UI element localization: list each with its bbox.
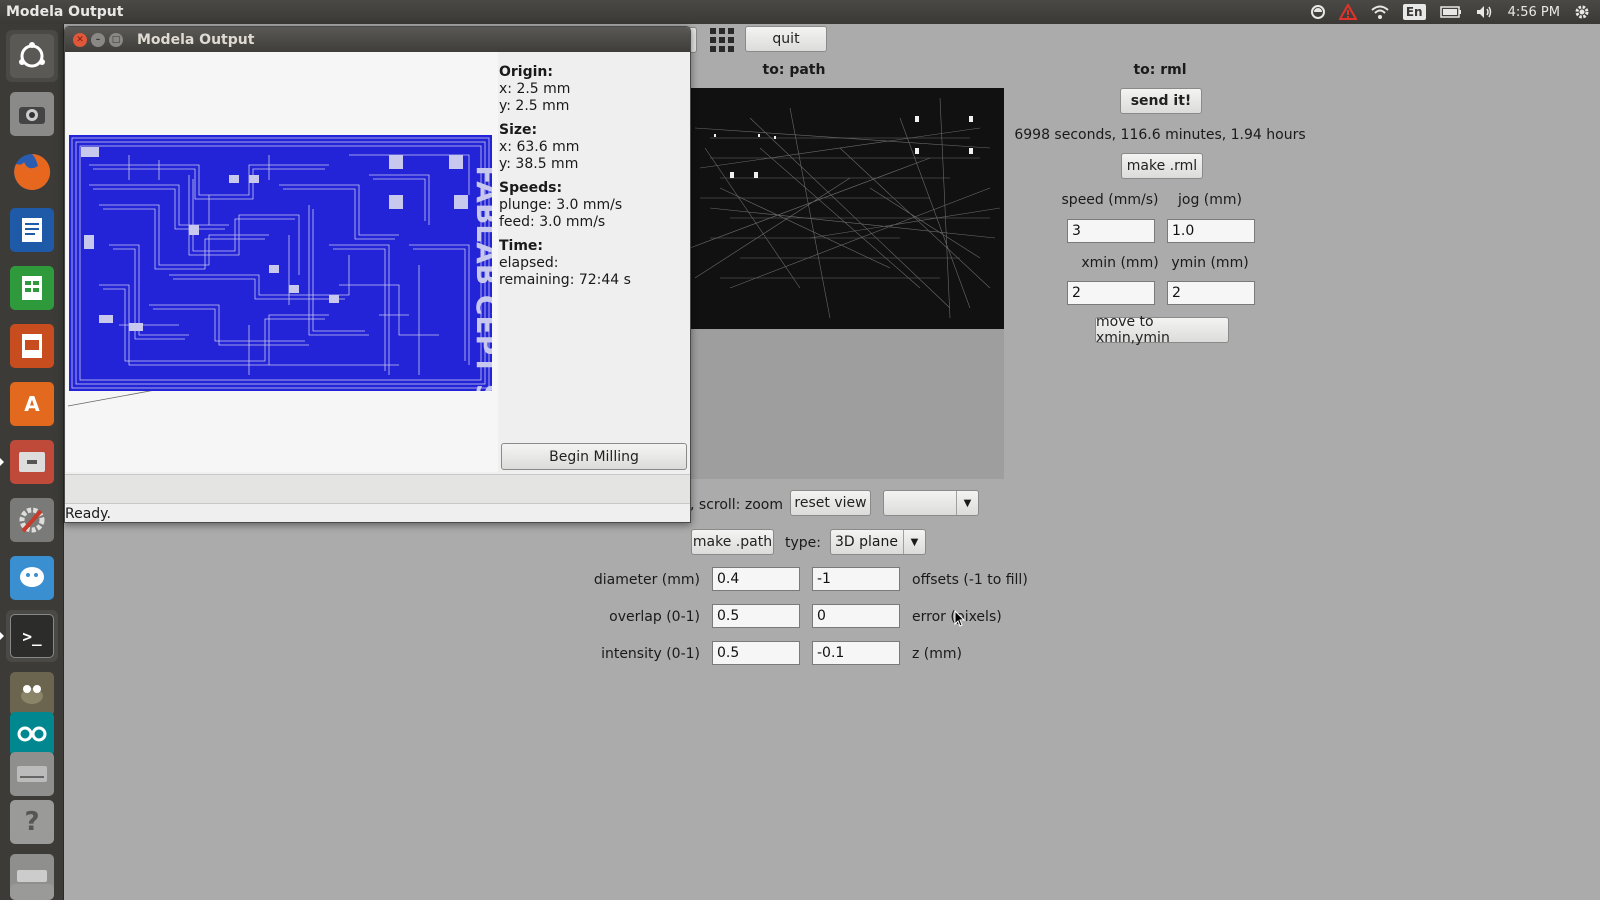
speed-input[interactable] xyxy=(1067,219,1155,243)
software-center-icon[interactable]: A xyxy=(6,378,58,430)
ymin-label: ymin (mm) xyxy=(1171,255,1249,271)
progress-bar xyxy=(65,474,690,504)
camera-icon[interactable] xyxy=(6,88,58,140)
board-label: FABLAB CEPT SP xyxy=(470,165,492,391)
intensity-label: intensity (0-1) xyxy=(601,646,700,662)
origin-heading: Origin: xyxy=(499,64,553,80)
begin-milling-button[interactable]: Begin Milling xyxy=(501,443,687,470)
move-to-xmin-ymin-button[interactable]: move to xmin,ymin xyxy=(1095,314,1229,346)
maximize-icon[interactable]: □ xyxy=(109,32,123,47)
chevron-down-icon: ▼ xyxy=(956,491,978,515)
elapsed-time: elapsed: xyxy=(499,255,559,271)
scroll-zoom-hint: , scroll: zoom xyxy=(690,497,783,513)
app-title: Modela Output xyxy=(6,4,124,20)
jog-label: jog (mm) xyxy=(1178,192,1242,208)
wifi-icon[interactable] xyxy=(1371,5,1389,19)
gear-icon[interactable] xyxy=(1574,4,1590,20)
type-select[interactable]: 3D plane ▼ xyxy=(830,529,926,555)
minimize-icon[interactable]: – xyxy=(91,32,105,47)
launcher: A >_ ? xyxy=(0,24,64,900)
calc-icon[interactable] xyxy=(6,262,58,314)
time-estimate: 6998 seconds, 116.6 minutes, 1.94 hours xyxy=(1014,127,1306,143)
plunge-speed: plunge: 3.0 mm/s xyxy=(499,197,623,213)
pcb-toolpath: FABLAB CEPT SP xyxy=(69,135,492,391)
battery-icon[interactable] xyxy=(1439,6,1462,18)
overlap-label: overlap (0-1) xyxy=(609,609,700,625)
z-label: z (mm) xyxy=(912,646,962,662)
apps-grid-icon[interactable] xyxy=(710,28,734,56)
send-button[interactable]: send it! xyxy=(1120,88,1202,114)
help-icon[interactable]: ? xyxy=(6,796,58,848)
type-label: type: xyxy=(785,535,821,551)
diameter-input[interactable] xyxy=(712,567,800,591)
reset-view-button[interactable]: reset view xyxy=(790,490,871,516)
make-rml-button[interactable]: make .rml xyxy=(1121,153,1203,179)
view-select[interactable]: ▼ xyxy=(883,490,979,516)
ubuntu-dash-icon[interactable] xyxy=(6,30,58,82)
size-x: x: 63.6 mm xyxy=(499,139,580,155)
path-preview-background xyxy=(690,329,1004,479)
firefox-icon[interactable] xyxy=(6,146,58,198)
trash-icon[interactable] xyxy=(6,884,58,900)
top-panel: Modela Output En 4:56 PM xyxy=(0,0,1600,24)
rml-panel-title: to: rml xyxy=(1133,62,1187,78)
z-input[interactable] xyxy=(812,641,900,665)
time-heading: Time: xyxy=(499,238,544,254)
clock[interactable]: 4:56 PM xyxy=(1508,5,1560,20)
size-heading: Size: xyxy=(499,122,538,138)
writer-icon[interactable] xyxy=(6,204,58,256)
system-settings-icon[interactable] xyxy=(6,494,58,546)
offsets-label: offsets (-1 to fill) xyxy=(912,572,1028,588)
make-path-button[interactable]: make .path xyxy=(691,529,774,555)
network-icon[interactable] xyxy=(1310,5,1325,19)
warning-icon[interactable] xyxy=(1338,4,1357,20)
xmin-input[interactable] xyxy=(1067,281,1155,305)
size-y: y: 38.5 mm xyxy=(499,156,579,172)
speeds-heading: Speeds: xyxy=(499,180,563,196)
keyboard-icon[interactable]: En xyxy=(1402,4,1426,20)
drive-icon[interactable] xyxy=(6,748,58,800)
remaining-time: remaining: 72:44 s xyxy=(499,272,631,288)
path-panel-title: to: path xyxy=(762,62,826,78)
volume-icon[interactable] xyxy=(1476,5,1494,19)
diameter-label: diameter (mm) xyxy=(593,572,700,588)
modela-output-dialog: ✕ – □ Modela Output FABLAB CEPT Origin: … xyxy=(64,26,691,523)
origin-y: y: 2.5 mm xyxy=(499,98,570,114)
terminal-icon[interactable]: >_ xyxy=(0,610,58,662)
path-preview-canvas[interactable] xyxy=(689,88,1004,329)
feed-speed: feed: 3.0 mm/s xyxy=(499,214,606,230)
quit-button[interactable]: quit xyxy=(745,26,827,52)
dialog-titlebar[interactable]: ✕ – □ Modela Output xyxy=(65,27,690,52)
mouse-cursor-icon xyxy=(954,609,966,632)
overlap-input[interactable] xyxy=(712,604,800,628)
intensity-input[interactable] xyxy=(712,641,800,665)
jog-input[interactable] xyxy=(1167,219,1255,243)
dialog-title: Modela Output xyxy=(137,31,255,48)
offsets-input[interactable] xyxy=(812,567,900,591)
files-icon[interactable] xyxy=(0,436,58,488)
impress-icon[interactable] xyxy=(6,320,58,372)
empathy-icon[interactable] xyxy=(6,552,58,604)
xmin-label: xmin (mm) xyxy=(1081,255,1159,271)
status-text: Ready. xyxy=(65,506,111,522)
speed-label: speed (mm/s) xyxy=(1061,192,1159,208)
ymin-input[interactable] xyxy=(1167,281,1255,305)
job-info-panel: Origin: x: 2.5 mm y: 2.5 mm Size: x: 63.… xyxy=(499,57,689,289)
toolpath-canvas[interactable]: FABLAB CEPT SP xyxy=(66,52,498,472)
chevron-down-icon: ▼ xyxy=(903,530,925,554)
origin-x: x: 2.5 mm xyxy=(499,81,571,97)
type-select-value: 3D plane xyxy=(835,534,898,550)
error-input[interactable] xyxy=(812,604,900,628)
close-icon[interactable]: ✕ xyxy=(73,32,87,47)
